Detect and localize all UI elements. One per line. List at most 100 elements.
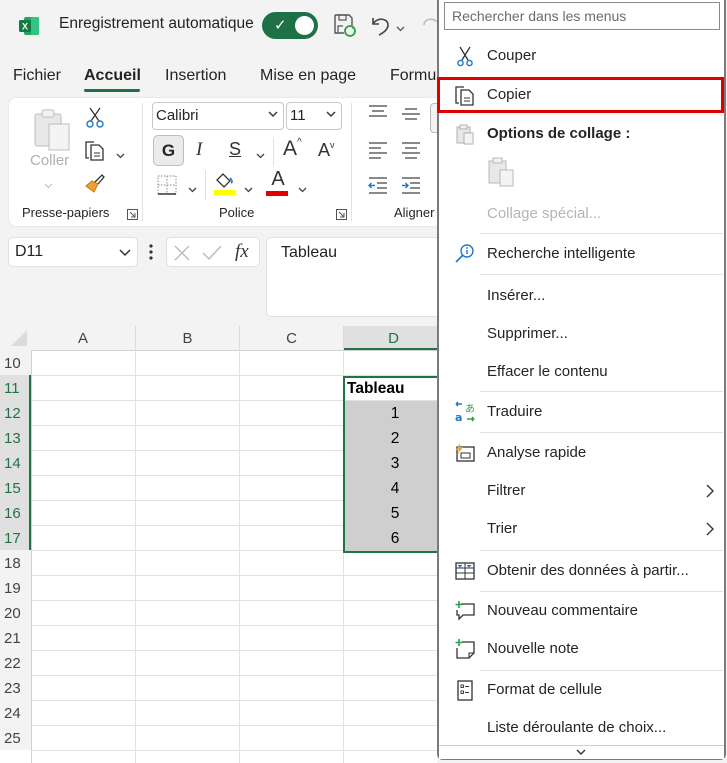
row-header-12[interactable]: 12 (0, 400, 31, 425)
paste-dropdown-icon[interactable] (44, 177, 53, 195)
tab-insertion[interactable]: Insertion (165, 67, 226, 85)
grid-line (31, 350, 32, 763)
row-header-17[interactable]: 17 (0, 525, 31, 550)
undo-icon[interactable] (368, 12, 394, 38)
font-color-button[interactable]: A (266, 168, 290, 191)
align-middle-icon[interactable] (400, 106, 422, 127)
cell-d12[interactable]: 1 (345, 405, 445, 423)
more-options-icon[interactable] (148, 242, 154, 267)
align-left-icon[interactable] (367, 141, 389, 164)
formula-value: Tableau (281, 244, 338, 261)
column-header-c[interactable]: C (240, 326, 344, 350)
underline-dropdown-icon[interactable] (256, 147, 265, 159)
menu-item-filtrer[interactable]: Filtrer (439, 473, 723, 509)
row-header-25[interactable]: 25 (0, 725, 31, 750)
tab-accueil[interactable]: Accueil (84, 67, 141, 85)
row-header-13[interactable]: 13 (0, 425, 31, 450)
decrease-indent-icon[interactable] (367, 176, 389, 199)
column-header-a[interactable]: A (31, 326, 136, 350)
menu-item-obtenir-donnees[interactable]: Obtenir des données à partir... (439, 553, 723, 589)
row-header-14[interactable]: 14 (0, 450, 31, 475)
copy-icon[interactable] (84, 139, 106, 166)
increase-indent-icon[interactable] (400, 176, 422, 199)
cut-icon[interactable] (85, 106, 105, 133)
menu-header-paste-options: Options de collage : (439, 116, 723, 152)
row-header-20[interactable]: 20 (0, 600, 31, 625)
row-header-16[interactable]: 16 (0, 500, 31, 525)
menu-item-nouveau-commentaire[interactable]: Nouveau commentaire (439, 593, 723, 629)
cell-d17[interactable]: 6 (345, 530, 445, 548)
menu-item-supprimer[interactable]: Supprimer... (439, 316, 723, 352)
row-header-23[interactable]: 23 (0, 675, 31, 700)
copy-dropdown-icon[interactable] (116, 147, 125, 159)
row-header-21[interactable]: 21 (0, 625, 31, 650)
row-header-24[interactable]: 24 (0, 700, 31, 725)
menu-item-collage-special[interactable]: Collage spécial... (439, 196, 723, 232)
cell-d11[interactable]: Tableau (347, 380, 404, 398)
cancel-icon[interactable] (173, 244, 191, 262)
menu-item-recherche-intelligente[interactable]: Recherche intelligente (439, 236, 723, 272)
fill-color-dropdown-icon[interactable] (244, 181, 253, 193)
row-header-11[interactable]: 11 (0, 375, 31, 400)
underline-button[interactable]: S (229, 139, 241, 160)
menu-item-couper[interactable]: Couper (439, 38, 723, 74)
fill-color-icon[interactable] (213, 170, 237, 201)
borders-icon[interactable] (156, 174, 178, 201)
paste-option-icon[interactable] (487, 156, 517, 193)
alignment-group-label: Aligner (394, 205, 435, 220)
chevron-down-icon (326, 111, 336, 117)
grid-line (31, 650, 437, 651)
italic-button[interactable]: I (196, 139, 202, 161)
align-center-icon[interactable] (400, 141, 422, 164)
grow-font-button[interactable]: A^ (283, 137, 302, 161)
font-size-combo[interactable]: 11 (286, 102, 342, 130)
row-header-15[interactable]: 15 (0, 475, 31, 500)
tab-formules[interactable]: Formu (390, 67, 436, 85)
font-color-dropdown-icon[interactable] (298, 181, 307, 193)
menu-item-liste-deroulante[interactable]: Liste déroulante de choix... (439, 710, 723, 746)
format-painter-icon[interactable] (84, 172, 106, 199)
menu-item-traduire[interactable]: a あ Traduire (439, 394, 723, 430)
undo-dropdown-icon[interactable] (396, 20, 405, 38)
menu-item-analyse-rapide[interactable]: Analyse rapide (439, 435, 723, 471)
select-all-corner[interactable] (0, 326, 31, 350)
bold-button[interactable]: G (153, 135, 184, 166)
menu-item-label: Format de cellule (487, 681, 603, 698)
column-header-d[interactable]: D (344, 326, 444, 350)
cell-d15[interactable]: 4 (345, 480, 445, 498)
cell-d13[interactable]: 2 (345, 430, 445, 448)
column-header-b[interactable]: B (136, 326, 240, 350)
cell-d14[interactable]: 3 (345, 455, 445, 473)
row-header-18[interactable]: 18 (0, 550, 31, 575)
font-name-combo[interactable]: Calibri (152, 102, 284, 130)
menu-item-effacer-contenu[interactable]: Effacer le contenu (439, 354, 723, 390)
menu-item-nouvelle-note[interactable]: Nouvelle note (439, 631, 723, 667)
enter-icon[interactable] (201, 244, 223, 262)
cell-d16[interactable]: 5 (345, 505, 445, 523)
clipboard-launcher-icon[interactable] (127, 207, 138, 220)
grid-line (31, 625, 437, 626)
save-sync-icon[interactable] (332, 12, 358, 38)
menu-scroll-down[interactable] (439, 745, 724, 759)
row-header-22[interactable]: 22 (0, 650, 31, 675)
formula-input[interactable]: Tableau (266, 237, 446, 317)
menu-item-trier[interactable]: Trier (439, 511, 723, 547)
menu-item-format-cellule[interactable]: Format de cellule (439, 672, 723, 708)
align-top-icon[interactable] (367, 104, 389, 125)
font-launcher-icon[interactable] (336, 207, 347, 220)
menu-search-box[interactable] (444, 2, 720, 30)
insert-function-button[interactable]: fx (235, 241, 249, 263)
borders-dropdown-icon[interactable] (188, 181, 197, 193)
tab-mise-en-page[interactable]: Mise en page (260, 67, 356, 85)
tab-fichier[interactable]: Fichier (13, 67, 61, 85)
menu-item-inserer[interactable]: Insérer... (439, 278, 723, 314)
name-box[interactable]: D11 (8, 237, 138, 267)
menu-separator (480, 233, 723, 234)
row-header-10[interactable]: 10 (0, 350, 31, 375)
menu-search-input[interactable] (445, 3, 719, 29)
paste-icon[interactable] (33, 108, 73, 157)
paste-label[interactable]: Coller (30, 152, 69, 169)
autosave-toggle[interactable]: ✓ (262, 12, 318, 39)
row-header-19[interactable]: 19 (0, 575, 31, 600)
shrink-font-button[interactable]: Av (318, 140, 335, 161)
